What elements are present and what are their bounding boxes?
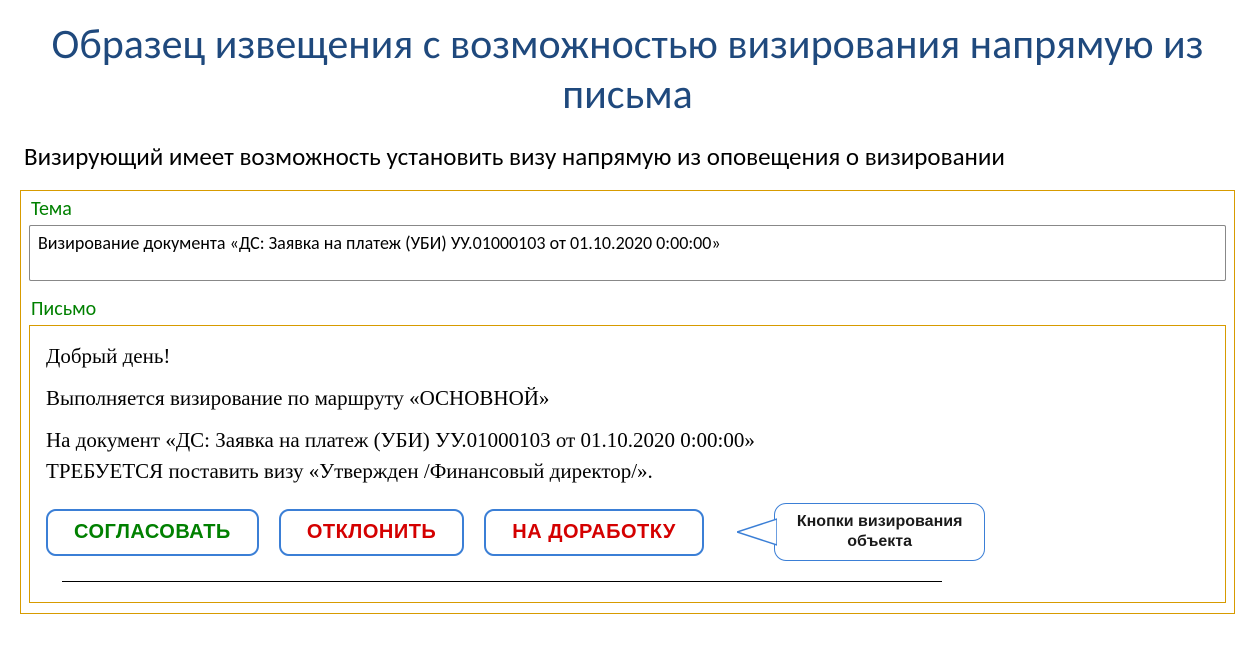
email-greeting: Добрый день! [46,342,1209,370]
subject-text: Визирование документа «ДС: Заявка на пла… [29,225,1226,281]
reject-button[interactable]: ОТКЛОНИТЬ [279,509,464,556]
body-label: Письмо [29,297,1226,321]
page-subtitle: Визирующий имеет возможность установить … [20,141,1235,172]
divider [62,581,942,582]
email-body: Добрый день! Выполняется визирование по … [29,325,1226,603]
notification-sample-box: Тема Визирование документа «ДС: Заявка н… [20,190,1235,614]
callout-tail-icon [737,517,777,547]
callout-annotation: Кнопки визирования объекта [774,503,986,561]
rework-button[interactable]: НА ДОРАБОТКУ [484,509,704,556]
page-title: Образец извещения с возможностью визиров… [20,20,1235,121]
email-action-line: ТРЕБУЕТСЯ поставить визу «Утвержден /Фин… [46,457,1209,485]
callout-line2: объекта [847,533,912,550]
subject-label: Тема [29,197,1226,221]
email-route-line: Выполняется визирование по маршруту «ОСН… [46,384,1209,412]
callout-line1: Кнопки визирования [797,513,963,530]
approve-button[interactable]: СОГЛАСОВАТЬ [46,509,259,556]
email-doc-line: На документ «ДС: Заявка на платеж (УБИ) … [46,426,1209,454]
button-row: СОГЛАСОВАТЬ ОТКЛОНИТЬ НА ДОРАБОТКУ Кнопк… [46,503,1209,561]
